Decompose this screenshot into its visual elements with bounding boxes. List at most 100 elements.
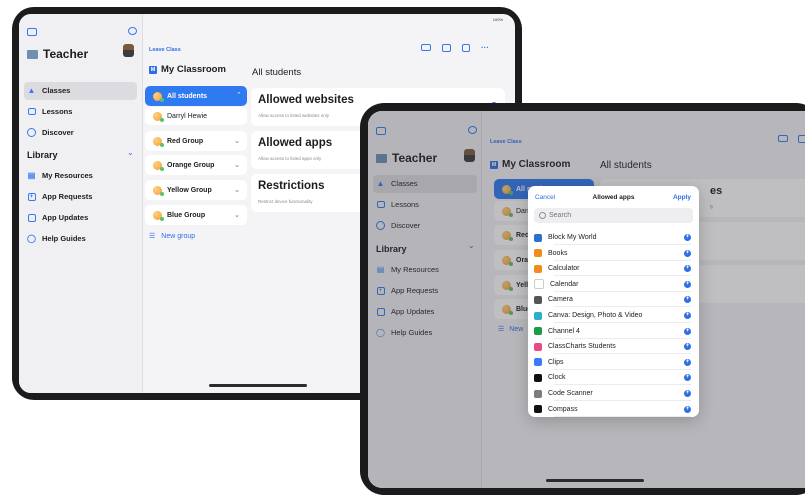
add-app-icon[interactable]: + [684, 374, 691, 382]
library-heading[interactable]: Library [27, 150, 58, 160]
group-item-orange[interactable]: Orange Group ⌄ [145, 155, 247, 175]
sidebar-item-label: Discover [42, 128, 74, 137]
chevron-down-icon[interactable]: ⌄ [127, 148, 134, 157]
plus-square-icon: + [27, 192, 36, 201]
group-item-red[interactable]: Red Group ⌄ [145, 131, 247, 151]
search-input[interactable] [549, 212, 669, 219]
more-icon[interactable]: ··· [481, 43, 489, 52]
app-row[interactable]: Calculator + [534, 261, 691, 277]
sidebar-item-lessons[interactable]: Lessons [27, 107, 72, 116]
books-icon: ▤ [27, 171, 36, 180]
status-battery: 100% [492, 17, 503, 22]
class-title: My Classroom [161, 64, 226, 75]
group-label: Blue Group [167, 211, 206, 219]
app-name: Books [548, 249, 568, 257]
group-item-blue[interactable]: Blue Group ⌄ [145, 205, 247, 225]
app-row[interactable]: Channel 4 + [534, 324, 691, 339]
app-row[interactable]: Clips + [534, 355, 691, 370]
add-app-icon[interactable]: + [684, 280, 691, 288]
app-row[interactable]: Canva: Design, Photo & Video + [534, 308, 691, 323]
add-app-icon[interactable]: + [684, 327, 691, 335]
add-app-icon[interactable]: + [684, 265, 691, 273]
chevron-down-icon: ⌄ [234, 187, 240, 194]
sidebar-item-label: My Resources [42, 171, 93, 180]
sidebar-toggle-icon[interactable] [27, 28, 37, 36]
chevron-down-icon: ⌄ [234, 138, 240, 145]
toolbar-icons: ··· [421, 43, 489, 52]
leave-class-button[interactable]: Leave Class [149, 47, 181, 53]
lock-icon[interactable] [462, 43, 470, 52]
download-box-icon [27, 213, 36, 222]
avatar[interactable] [123, 44, 134, 57]
app-row[interactable]: Compass + [534, 402, 691, 417]
globe-icon [534, 233, 542, 242]
chat-icon[interactable] [128, 27, 137, 35]
card-subtitle: Allow access to listed websites only [258, 113, 330, 118]
add-app-icon[interactable]: + [684, 343, 691, 351]
app-row[interactable]: Calendar + [534, 277, 691, 292]
app-name: Clock [548, 374, 566, 382]
app-list: Block My World + Books + Calculator + Calendar… [528, 230, 699, 417]
group-avatar-icon [153, 91, 164, 102]
app-row[interactable]: Clock + [534, 370, 691, 386]
apply-button[interactable]: Apply [673, 194, 691, 201]
sidebar-item-label: Classes [42, 86, 71, 95]
sidebar-item-label: App Requests [42, 192, 93, 201]
graduation-cap-icon: ▲ [27, 86, 36, 95]
card-title: Restrictions [258, 180, 325, 192]
compass-icon [27, 128, 36, 137]
book-icon [534, 249, 542, 258]
screens-icon[interactable] [442, 43, 451, 52]
group-list: All students ˆ Darryl Hewie Red Group ⌄ … [145, 86, 249, 256]
app-row[interactable]: Camera + [534, 292, 691, 308]
app-row[interactable]: Code Scanner + [534, 386, 691, 401]
group-label: Darryl Hewie [167, 112, 208, 120]
search-field[interactable] [534, 208, 693, 223]
sidebar-item-discover[interactable]: Discover [27, 128, 74, 137]
sidebar-title: Teacher [43, 47, 89, 61]
row-divider [554, 415, 691, 417]
app-row[interactable]: Books + [534, 246, 691, 261]
chevron-up-icon: ˆ [237, 92, 240, 100]
app-row[interactable]: ClassCharts Students + [534, 339, 691, 355]
add-app-icon[interactable]: + [684, 312, 691, 319]
card-subtitle: Restrict device functionality [258, 199, 313, 204]
clips-icon [534, 358, 542, 367]
clock-icon [534, 373, 542, 382]
app-name: Channel 4 [548, 327, 580, 335]
sidebar-header: Teacher [27, 47, 88, 61]
group-avatar-icon [153, 160, 164, 171]
sidebar-item-app-requests[interactable]: + App Requests [27, 192, 92, 201]
sidebar-item-label: App Updates [42, 213, 89, 222]
add-app-icon[interactable]: + [684, 249, 691, 257]
new-group-button[interactable]: ☰ New group [149, 232, 195, 241]
sidebar-item-app-updates[interactable]: App Updates [27, 213, 88, 222]
sidebar-item-help-guides[interactable]: ◯ Help Guides [27, 234, 86, 243]
chevron-down-icon: ⌄ [234, 212, 240, 219]
add-app-icon[interactable]: + [684, 296, 691, 304]
group-item-all-students[interactable]: All students ˆ [145, 86, 247, 106]
list-add-icon: ☰ [149, 233, 156, 240]
group-item-yellow[interactable]: Yellow Group ⌄ [145, 180, 247, 200]
add-app-icon[interactable]: + [684, 358, 691, 366]
calculator-icon [534, 264, 542, 273]
qr-icon [534, 389, 542, 398]
class-badge: M [149, 65, 157, 74]
allowed-apps-sheet: Cancel Allowed apps Apply Block My World… [528, 186, 699, 417]
detail-heading: All students [252, 67, 302, 78]
group-item-student[interactable]: Darryl Hewie [145, 107, 247, 125]
teacher-app-icon [27, 49, 38, 59]
app-name: Clips [548, 358, 564, 366]
video-icon[interactable] [421, 44, 431, 51]
add-app-icon[interactable]: + [684, 234, 691, 241]
app-name: Code Scanner [548, 390, 593, 397]
add-app-icon[interactable]: + [684, 390, 691, 397]
home-indicator [546, 479, 644, 482]
group-avatar-icon [153, 185, 164, 196]
group-label: Orange Group [167, 161, 215, 169]
add-app-icon[interactable]: + [684, 405, 691, 413]
app-row[interactable]: Block My World + [534, 230, 691, 245]
group-label: Red Group [167, 137, 204, 145]
sidebar-item-my-resources[interactable]: ▤ My Resources [27, 171, 93, 180]
sidebar-item-classes[interactable]: ▲ Classes [27, 86, 71, 95]
